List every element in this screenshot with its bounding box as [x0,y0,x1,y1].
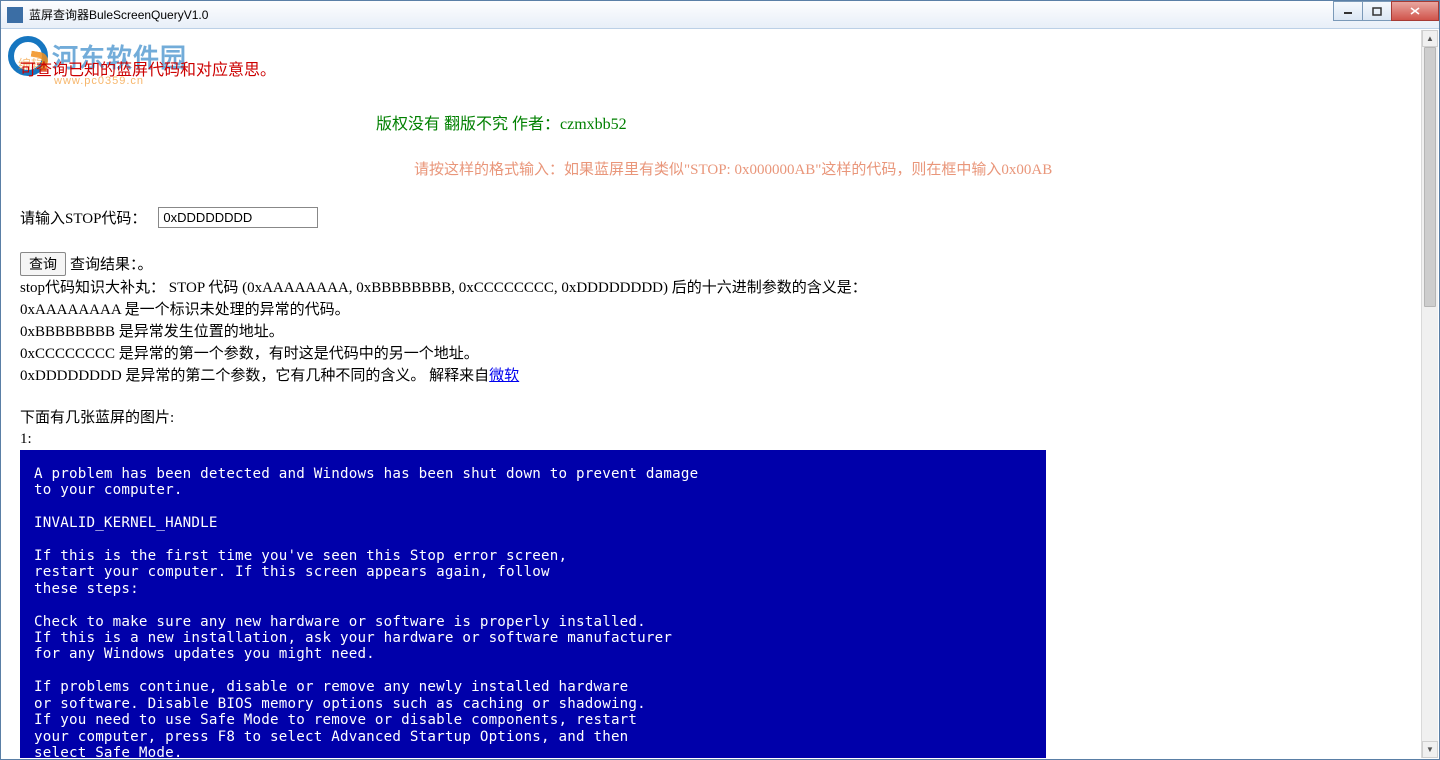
format-hint: 请按这样的格式输入：如果蓝屏里有类似"STOP: 0x000000AB"这样的代… [2,134,1421,179]
query-button[interactable]: 查询 [20,252,66,276]
scroll-up-arrow-icon[interactable]: ▲ [1422,30,1438,47]
explain-line-3: 0xBBBBBBBB 是异常发生位置的地址。 [2,320,1421,342]
explain-line-5-text: 0xDDDDDDDD 是异常的第二个参数，它有几种不同的含义。 解释来自 [20,368,489,384]
content-area: 河东软件园 www.pc0359.cn 编辑 可查询已知的蓝屏代码和对应意思。 … [2,30,1421,758]
close-button[interactable] [1391,1,1439,21]
vertical-scrollbar[interactable]: ▲ ▼ [1421,30,1438,758]
query-result-label: 查询结果：。 [70,253,153,274]
scrollbar-track[interactable] [1422,47,1438,741]
minimize-button[interactable] [1333,1,1363,21]
app-window: 蓝屏查询器BuleScreenQueryV1.0 河东软件园 www.pc035… [0,0,1440,760]
images-heading: 下面有几张蓝屏的图片: [2,386,1421,427]
window-title: 蓝屏查询器BuleScreenQueryV1.0 [29,6,208,23]
copyright-text: 版权没有 翻版不究 作者：czmxbb52 [2,80,1421,134]
explain-line-5: 0xDDDDDDDD 是异常的第二个参数，它有几种不同的含义。 解释来自微软 [2,364,1421,386]
explain-line-2: 0xAAAAAAAA 是一个标识未处理的异常的代码。 [2,298,1421,320]
maximize-button[interactable] [1362,1,1392,21]
window-controls [1334,1,1439,21]
bsod-screenshot: A problem has been detected and Windows … [20,450,1046,758]
maximize-icon [1372,6,1382,16]
image-number-1: 1: [2,427,1421,448]
input-label: 请输入STOP代码： [20,207,146,228]
scrollbar-thumb[interactable] [1424,47,1436,307]
explain-line-1: stop代码知识大补丸： STOP 代码 (0xAAAAAAAA, 0xBBBB… [2,276,1421,298]
microsoft-link[interactable]: 微软 [489,368,519,384]
input-row: 请输入STOP代码： [2,179,1421,228]
intro-text: 可查询已知的蓝屏代码和对应意思。 [2,30,1421,80]
query-row: 查询 查询结果：。 [2,228,1421,276]
minimize-icon [1343,6,1353,16]
scroll-down-arrow-icon[interactable]: ▼ [1422,741,1438,758]
close-icon [1409,6,1421,16]
explain-line-4: 0xCCCCCCCC 是异常的第一个参数，有时这是代码中的另一个地址。 [2,342,1421,364]
app-icon [7,7,23,23]
titlebar[interactable]: 蓝屏查询器BuleScreenQueryV1.0 [1,1,1439,29]
stop-code-input[interactable] [158,207,318,228]
